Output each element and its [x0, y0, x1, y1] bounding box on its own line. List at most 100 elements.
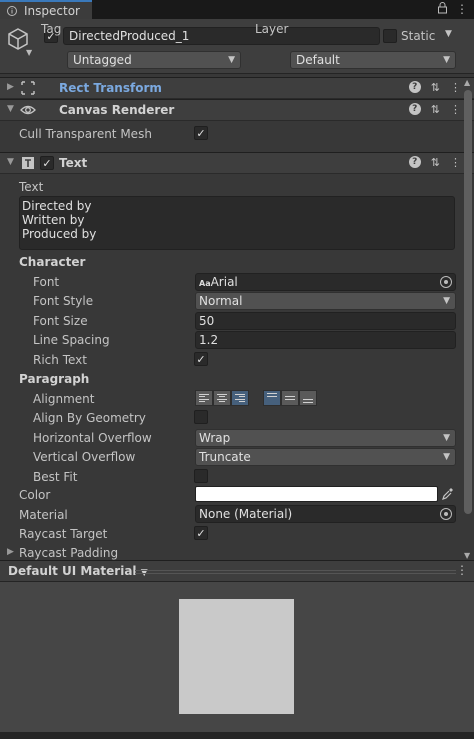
horizontal-overflow-dropdown[interactable]: Wrap ▼ — [195, 429, 456, 447]
font-style-row: Font Style Normal ▼ — [0, 291, 460, 311]
vertical-overflow-value: Truncate — [199, 450, 251, 464]
font-style-dropdown[interactable]: Normal ▼ — [195, 292, 456, 310]
cull-transparent-mesh-row: Cull Transparent Mesh ✓ — [0, 124, 460, 144]
character-header-row: Character — [0, 252, 460, 272]
material-object-field[interactable]: None (Material) — [195, 505, 456, 523]
text-component-icon — [22, 157, 34, 169]
component-text[interactable]: ▼ ✓ Text ? ⇅ ⋮ — [0, 152, 474, 174]
presets-icon[interactable]: ⇅ — [431, 81, 440, 94]
best-fit-checkbox[interactable] — [194, 469, 208, 483]
presets-icon[interactable]: ⇅ — [431, 156, 440, 169]
rich-text-checkbox[interactable]: ✓ — [194, 352, 208, 366]
material-row: Material None (Material) — [0, 505, 460, 525]
align-center-button[interactable] — [213, 390, 231, 406]
text-enabled-checkbox[interactable]: ✓ — [40, 156, 54, 170]
chevron-down-icon: ▼ — [443, 452, 450, 462]
color-swatch[interactable] — [195, 486, 438, 502]
static-dropdown-arrow-icon[interactable]: ▼ — [445, 29, 452, 39]
layer-value: Default — [296, 53, 340, 67]
gameobject-name-field[interactable]: DirectedProduced_1 — [63, 27, 380, 45]
rect-transform-icon — [21, 81, 35, 95]
horizontal-alignment-group — [195, 390, 249, 406]
vertical-overflow-label: Vertical Overflow — [33, 450, 136, 464]
chevron-down-icon: ▼ — [443, 296, 450, 306]
vertical-overflow-dropdown[interactable]: Truncate ▼ — [195, 448, 456, 466]
scroll-up-icon[interactable]: ▲ — [464, 78, 470, 87]
material-preview-header[interactable]: Default UI Material ▼ ⋮ — [0, 560, 474, 582]
horizontal-overflow-row: Horizontal Overflow Wrap ▼ — [0, 428, 460, 448]
scroll-down-icon[interactable]: ▼ — [464, 551, 470, 560]
font-size-input[interactable]: 50 — [195, 312, 456, 330]
raycast-padding-row[interactable]: ▶ Raycast Padding — [0, 544, 460, 560]
align-top-button[interactable] — [263, 390, 281, 406]
tag-value: Untagged — [73, 53, 132, 67]
layer-dropdown[interactable]: Default ▼ — [290, 51, 456, 69]
help-icon[interactable]: ? — [408, 103, 421, 115]
rich-text-row: Rich Text ✓ — [0, 350, 460, 370]
chevron-down-icon: ▼ — [443, 433, 450, 443]
align-geometry-checkbox[interactable] — [194, 410, 208, 424]
eye-icon — [20, 105, 36, 115]
color-row: Color — [0, 485, 460, 505]
tab-inspector[interactable]: Inspector — [0, 0, 92, 19]
kebab-icon[interactable]: ⋮ — [450, 103, 461, 116]
static-label: Static — [401, 29, 436, 43]
kebab-icon[interactable]: ⋮ — [456, 563, 468, 577]
help-icon[interactable]: ? — [408, 81, 421, 93]
text-area[interactable]: Directed by Written by Produced by — [19, 196, 455, 250]
font-row: Font AaArial — [0, 272, 460, 292]
text-label: Text — [19, 180, 44, 194]
font-asset-icon: Aa — [199, 279, 211, 288]
font-object-field[interactable]: AaArial — [195, 273, 456, 291]
line-spacing-label: Line Spacing — [33, 333, 110, 347]
kebab-icon[interactable]: ⋮ — [450, 81, 461, 94]
line-spacing-row: Line Spacing 1.2 — [0, 330, 460, 350]
chevron-down-icon: ▼ — [443, 55, 450, 65]
align-middle-button[interactable] — [281, 390, 299, 406]
font-style-value: Normal — [199, 294, 243, 308]
foldout-arrow-icon[interactable]: ▼ — [7, 157, 14, 167]
icon-dropdown-arrow-icon[interactable]: ▼ — [26, 48, 32, 57]
static-checkbox[interactable] — [383, 29, 397, 43]
rich-text-label: Rich Text — [33, 353, 87, 367]
chevron-down-icon: ▼ — [228, 55, 235, 65]
align-geometry-row: Align By Geometry — [0, 408, 460, 428]
best-fit-label: Best Fit — [33, 470, 78, 484]
object-picker-icon[interactable] — [440, 508, 452, 520]
object-picker-icon[interactable] — [440, 276, 452, 288]
material-preview-title[interactable]: Default UI Material ▼ — [8, 564, 148, 578]
alignment-label: Alignment — [33, 392, 95, 406]
component-canvas-renderer[interactable]: ▼ Canvas Renderer ? ⇅ ⋮ — [0, 99, 474, 121]
kebab-icon[interactable]: ⋮ — [450, 156, 461, 169]
foldout-arrow-icon[interactable]: ▶ — [7, 547, 14, 557]
material-value: None (Material) — [199, 507, 293, 521]
cull-checkbox[interactable]: ✓ — [194, 126, 208, 140]
resize-grip[interactable] — [135, 570, 456, 574]
paragraph-header-row: Paragraph — [0, 369, 460, 389]
kebab-icon[interactable]: ⋮ — [456, 2, 468, 16]
help-icon[interactable]: ? — [408, 156, 421, 168]
raycast-target-checkbox[interactable]: ✓ — [194, 526, 208, 540]
align-right-button[interactable] — [231, 390, 249, 406]
vertical-scrollbar[interactable]: ▲ ▼ — [462, 78, 474, 560]
raycast-padding-label: Raycast Padding — [19, 546, 119, 560]
raycast-target-row: Raycast Target ✓ — [0, 524, 460, 544]
tag-dropdown[interactable]: Untagged ▼ — [67, 51, 241, 69]
align-geometry-label: Align By Geometry — [33, 411, 146, 425]
presets-icon[interactable]: ⇅ — [431, 103, 440, 116]
lock-icon[interactable] — [437, 2, 448, 14]
align-left-button[interactable] — [195, 390, 213, 406]
component-title: Canvas Renderer — [59, 103, 175, 117]
component-rect-transform[interactable]: ▶ Rect Transform ? ⇅ ⋮ — [0, 77, 474, 99]
raycast-target-label: Raycast Target — [19, 527, 108, 541]
foldout-arrow-icon[interactable]: ▶ — [7, 82, 14, 92]
component-title: Text — [59, 156, 88, 170]
foldout-arrow-icon[interactable]: ▼ — [7, 104, 14, 114]
align-bottom-button[interactable] — [299, 390, 317, 406]
component-title: Rect Transform — [59, 81, 162, 95]
eyedropper-icon[interactable] — [442, 487, 454, 501]
scrollbar-thumb[interactable] — [464, 90, 472, 514]
line-spacing-input[interactable]: 1.2 — [195, 331, 456, 349]
best-fit-row: Best Fit — [0, 467, 460, 487]
tag-label: Tag — [41, 22, 62, 36]
